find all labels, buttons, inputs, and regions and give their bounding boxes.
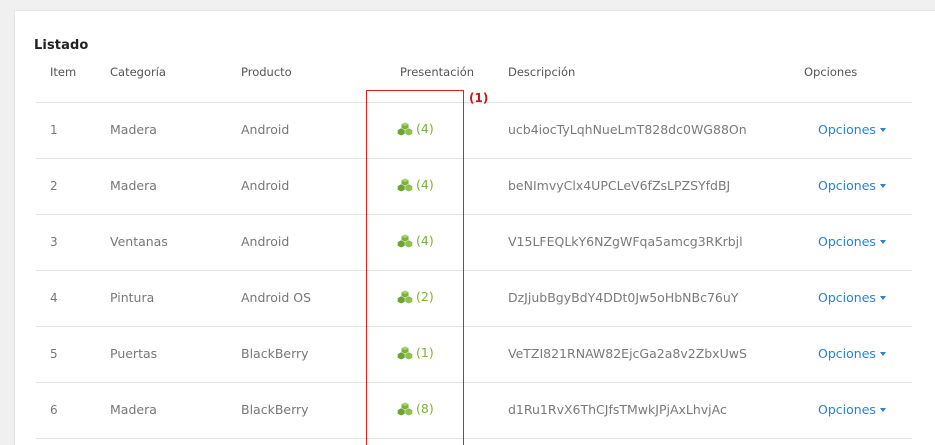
cell-item: 4 bbox=[50, 291, 58, 305]
cell-descripcion: beNImvyClx4UPCLeV6fZsLPZSYfdBJ bbox=[508, 178, 731, 193]
cell-producto: Android bbox=[241, 122, 290, 137]
row-divider bbox=[36, 214, 912, 215]
row-divider bbox=[36, 382, 912, 383]
presentation-highlight-box bbox=[366, 90, 464, 445]
row-divider bbox=[36, 158, 912, 159]
options-label: Opciones bbox=[818, 234, 876, 249]
options-dropdown-button[interactable]: Opciones bbox=[818, 122, 886, 137]
cell-categoria: Madera bbox=[110, 178, 157, 193]
options-dropdown-button[interactable]: Opciones bbox=[818, 234, 886, 249]
header-categoria: Categoría bbox=[110, 65, 166, 79]
header-producto: Producto bbox=[241, 65, 292, 79]
header-descripcion: Descripción bbox=[508, 65, 576, 79]
header-item: Item bbox=[50, 65, 77, 79]
cell-descripcion: d1Ru1RvX6ThCJfsTMwkJPjAxLhvjAc bbox=[508, 402, 727, 417]
row-divider bbox=[36, 270, 912, 271]
panel-title: Listado bbox=[34, 38, 89, 53]
cell-categoria: Madera bbox=[110, 402, 157, 417]
cell-item: 6 bbox=[50, 403, 58, 417]
caret-down-icon bbox=[879, 184, 886, 188]
options-dropdown-button[interactable]: Opciones bbox=[818, 346, 886, 361]
cell-producto: Android bbox=[241, 234, 290, 249]
caret-down-icon bbox=[879, 408, 886, 412]
page: Listado Item Categoría Producto Presenta… bbox=[0, 0, 935, 445]
annotation-label: (1) bbox=[469, 91, 489, 105]
cell-item: 5 bbox=[50, 347, 58, 361]
cell-categoria: Pintura bbox=[110, 290, 155, 305]
cell-item: 1 bbox=[50, 123, 58, 137]
cell-categoria: Madera bbox=[110, 122, 157, 137]
cell-producto: Android bbox=[241, 178, 290, 193]
cell-descripcion: VeTZI821RNAW82EjcGa2a8v2ZbxUwS bbox=[508, 346, 747, 361]
header-opciones: Opciones bbox=[804, 65, 858, 79]
row-divider bbox=[36, 326, 912, 327]
options-label: Opciones bbox=[818, 402, 876, 417]
caret-down-icon bbox=[879, 352, 886, 356]
caret-down-icon bbox=[879, 240, 886, 244]
cell-producto: BlackBerry bbox=[241, 402, 309, 417]
header-presentacion: Presentación bbox=[400, 65, 475, 79]
cell-producto: BlackBerry bbox=[241, 346, 309, 361]
cell-categoria: Ventanas bbox=[110, 234, 168, 249]
caret-down-icon bbox=[879, 296, 886, 300]
options-label: Opciones bbox=[818, 346, 876, 361]
cell-item: 3 bbox=[50, 235, 58, 249]
options-dropdown-button[interactable]: Opciones bbox=[818, 290, 886, 305]
options-dropdown-button[interactable]: Opciones bbox=[818, 178, 886, 193]
cell-item: 2 bbox=[50, 179, 58, 193]
cell-categoria: Puertas bbox=[110, 346, 158, 361]
cell-descripcion: V15LFEQLkY6NZgWFqa5amcg3RKrbjl bbox=[508, 234, 743, 249]
cell-producto: Android OS bbox=[241, 290, 312, 305]
row-divider bbox=[36, 438, 912, 439]
options-label: Opciones bbox=[818, 290, 876, 305]
options-label: Opciones bbox=[818, 178, 876, 193]
cell-descripcion: ucb4iocTyLqhNueLmT828dc0WG88On bbox=[508, 122, 747, 137]
cell-descripcion: DzJjubBgyBdY4DDt0Jw5oHbNBc76uY bbox=[508, 290, 739, 305]
options-label: Opciones bbox=[818, 122, 876, 137]
caret-down-icon bbox=[879, 128, 886, 132]
options-dropdown-button[interactable]: Opciones bbox=[818, 402, 886, 417]
